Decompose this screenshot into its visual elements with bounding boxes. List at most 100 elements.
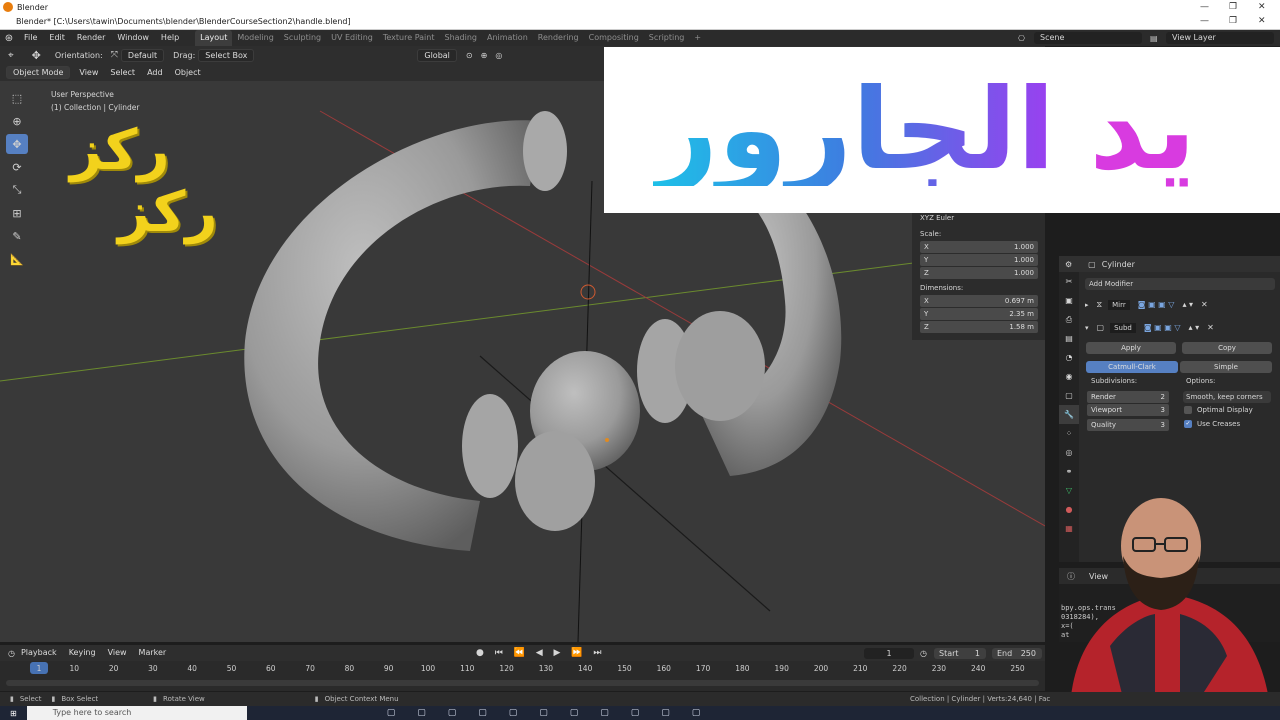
optimal-display-checkbox[interactable] <box>1184 406 1192 414</box>
editor-type-icon[interactable]: ⌖ <box>8 50 14 61</box>
viewport-menu-select[interactable]: Select <box>104 65 141 81</box>
modifier-display-icons[interactable]: ◙ ▣ ▣ ▽ <box>1138 300 1175 309</box>
dimension-y-field[interactable]: Y 2.35 m <box>920 308 1038 320</box>
maximize-icon[interactable]: ❐ <box>1229 2 1237 12</box>
timeline-ruler[interactable]: 1 10 20 30 40 50 60 70 80 90 100 110 120 130 140 150 160… <box>0 661 1045 691</box>
add-workspace-icon[interactable]: + <box>689 30 706 46</box>
catmull-clark-button[interactable]: Catmull-Clark <box>1086 361 1178 373</box>
collapse-icon[interactable]: ▾ <box>1085 324 1089 332</box>
close-icon[interactable]: ✕ <box>1258 2 1266 12</box>
timeline-menu-view[interactable]: View <box>102 645 133 661</box>
scale-x-field[interactable]: X 1.000 <box>920 241 1038 253</box>
minimize-icon[interactable]: — <box>1200 16 1209 26</box>
measure-tool-icon[interactable]: 📐 <box>6 249 28 269</box>
remove-modifier-icon[interactable]: ✕ <box>1207 323 1214 332</box>
mode-selector[interactable]: Object Mode <box>6 66 71 79</box>
end-frame-field[interactable]: End 250 <box>992 647 1042 659</box>
scene-tab-icon[interactable]: ◔ <box>1059 348 1079 367</box>
simple-button[interactable]: Simple <box>1180 361 1272 373</box>
mirror-modifier-name[interactable]: Mirr <box>1108 299 1130 310</box>
menu-window[interactable]: Window <box>111 30 155 46</box>
snap-icon[interactable]: ⊕ <box>481 51 488 60</box>
scale-y-field[interactable]: Y 1.000 <box>920 254 1038 266</box>
properties-editor-icon[interactable]: ⚙ <box>1065 260 1072 269</box>
minimize-icon[interactable]: — <box>1200 2 1209 12</box>
proportional-edit-icon[interactable]: ◎ <box>495 51 502 60</box>
add-modifier-dropdown[interactable]: Add Modifier <box>1085 278 1275 290</box>
physics-tab-icon[interactable]: ◎ <box>1059 443 1079 462</box>
timeline-scrollbar[interactable] <box>6 680 1039 686</box>
windows-start-icon[interactable]: ⊞ <box>10 709 17 718</box>
timeline-menu-marker[interactable]: Marker <box>133 645 173 661</box>
move-up-down-icon[interactable]: ▴ ▾ <box>1189 323 1200 332</box>
select-box-icon[interactable]: ⬚ <box>6 88 28 108</box>
viewport-menu-object[interactable]: Object <box>169 65 207 81</box>
scene-selector[interactable]: Scene <box>1034 32 1142 44</box>
transform-orientation-dropdown[interactable]: Global <box>417 48 457 62</box>
constraints-tab-icon[interactable]: ⚭ <box>1059 462 1079 481</box>
annotate-tool-icon[interactable]: ✎ <box>6 226 28 246</box>
viewport-levels-field[interactable]: Viewport 3 <box>1087 404 1169 416</box>
menu-render[interactable]: Render <box>71 30 111 46</box>
timeline-menu-playback[interactable]: Playback <box>15 645 63 661</box>
menu-file[interactable]: File <box>18 30 43 46</box>
scale-z-field[interactable]: Z 1.000 <box>920 267 1038 279</box>
timeline-menu-keying[interactable]: Keying <box>63 645 102 661</box>
menu-edit[interactable]: Edit <box>43 30 71 46</box>
quality-field[interactable]: Quality 3 <box>1087 419 1169 431</box>
tab-sculpting[interactable]: Sculpting <box>279 30 326 46</box>
tab-shading[interactable]: Shading <box>439 30 482 46</box>
move-tool-button-icon[interactable]: ✥ <box>6 134 28 154</box>
expand-icon[interactable]: ▸ <box>1085 301 1089 309</box>
viewport-menu-add[interactable]: Add <box>141 65 169 81</box>
dimension-x-field[interactable]: X 0.697 m <box>920 295 1038 307</box>
playback-controls-icon[interactable]: ● ⏮ ⏪ ◀ ▶ ⏩ ⏭ <box>476 648 605 658</box>
tab-modeling[interactable]: Modeling <box>232 30 278 46</box>
tab-compositing[interactable]: Compositing <box>584 30 644 46</box>
drag-dropdown[interactable]: Select Box <box>198 48 255 62</box>
tab-layout[interactable]: Layout <box>195 30 233 46</box>
render-levels-field[interactable]: Render 2 <box>1087 391 1169 403</box>
tab-uv-editing[interactable]: UV Editing <box>326 30 378 46</box>
output-tab-icon[interactable]: ⎙ <box>1059 310 1079 329</box>
cursor-tool-icon[interactable]: ⊕ <box>6 111 28 131</box>
view-layer-tab-icon[interactable]: ▤ <box>1059 329 1079 348</box>
render-tab-icon[interactable]: ▣ <box>1059 291 1079 310</box>
orientation-dropdown[interactable]: Default <box>120 48 165 62</box>
optimal-display-row[interactable]: Optimal Display <box>1184 406 1253 414</box>
blender-menu-icon[interactable]: ⊛ <box>0 33 18 44</box>
tab-rendering[interactable]: Rendering <box>533 30 584 46</box>
subsurf-modifier-name[interactable]: Subd <box>1110 322 1136 333</box>
transform-tool-icon[interactable]: ⊞ <box>6 203 28 223</box>
timeline-editor-icon[interactable]: ◷ <box>8 649 15 658</box>
apply-button[interactable]: Apply <box>1086 342 1176 354</box>
tab-scripting[interactable]: Scripting <box>644 30 690 46</box>
use-creases-checkbox[interactable]: ✓ <box>1184 420 1192 428</box>
tool-tab-icon[interactable]: ✂ <box>1059 272 1079 291</box>
move-up-down-icon[interactable]: ▴ ▾ <box>1182 300 1193 309</box>
tab-texture-paint[interactable]: Texture Paint <box>378 30 440 46</box>
taskbar-app-icons[interactable]: ▢▢▢▢▢▢▢▢▢▢▢ <box>387 708 723 718</box>
rotate-tool-icon[interactable]: ⟳ <box>6 157 28 177</box>
dimension-z-field[interactable]: Z 1.58 m <box>920 321 1038 333</box>
close-icon[interactable]: ✕ <box>1258 16 1266 26</box>
uv-smooth-dropdown[interactable]: Smooth, keep corners <box>1183 391 1271 403</box>
rotation-mode-dropdown[interactable]: XYZ Euler <box>920 214 1038 222</box>
current-frame-field[interactable]: 1 <box>864 647 914 659</box>
world-tab-icon[interactable]: ◉ <box>1059 367 1079 386</box>
particles-tab-icon[interactable]: ⁘ <box>1059 424 1079 443</box>
remove-modifier-icon[interactable]: ✕ <box>1201 300 1208 309</box>
taskbar-search-input[interactable]: Type here to search <box>26 706 247 720</box>
scale-tool-icon[interactable]: ⤡ <box>6 180 28 200</box>
view-layer-selector[interactable]: View Layer <box>1166 32 1274 44</box>
modifier-tab-icon[interactable]: 🔧 <box>1059 405 1079 424</box>
object-tab-icon[interactable]: ▢ <box>1059 386 1079 405</box>
menu-help[interactable]: Help <box>155 30 185 46</box>
use-creases-row[interactable]: ✓ Use Creases <box>1184 420 1240 428</box>
pivot-icon[interactable]: ⊙ <box>466 51 473 60</box>
restore-icon[interactable]: ❐ <box>1229 16 1237 26</box>
tab-animation[interactable]: Animation <box>482 30 533 46</box>
viewport-menu-view[interactable]: View <box>73 65 104 81</box>
start-frame-field[interactable]: Start 1 <box>934 647 986 659</box>
copy-button[interactable]: Copy <box>1182 342 1272 354</box>
